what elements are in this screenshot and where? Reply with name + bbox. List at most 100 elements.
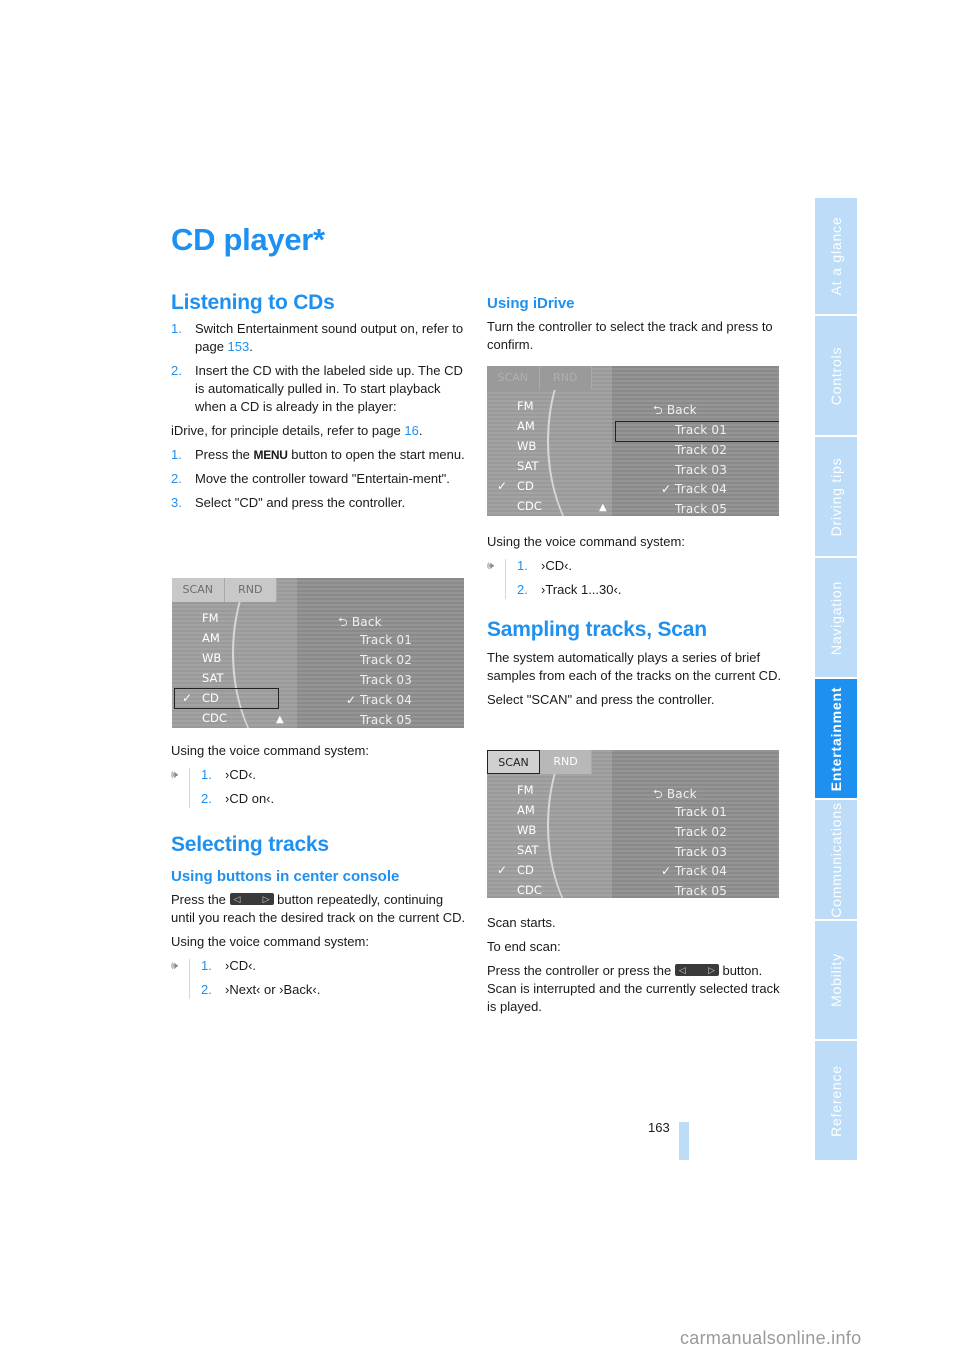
track-item-selected: Track 01 xyxy=(675,423,728,437)
idrive-screen-cd-selected: SCAN RND FM AM WB SAT ✓ CD CDC ▲ ⮌ Back … xyxy=(172,578,464,728)
list-item: 1. ›CD‹. xyxy=(201,958,257,973)
track-item: Track 05 xyxy=(675,502,728,516)
check-icon: ✓ xyxy=(661,864,672,878)
voice-intro: Using the voice command system: xyxy=(487,534,685,549)
voice-commands: 🕪 1. ›CD‹. 2. ›CD on‹. xyxy=(171,766,469,808)
page-number: 163 xyxy=(648,1120,670,1135)
section-heading-scan: Sampling tracks, Scan xyxy=(487,618,707,641)
end-scan-label: To end scan: xyxy=(487,939,561,954)
track-item: Track 03 xyxy=(360,673,413,687)
sidebar-tab-controls[interactable]: Controls xyxy=(815,316,857,435)
menu-button-icon: MENU xyxy=(253,448,288,462)
list-item: 3. Select "CD" and press the controller. xyxy=(171,495,406,510)
scan-tab: SCAN xyxy=(487,366,540,390)
page-link-16[interactable]: 16 xyxy=(404,423,418,438)
subheading-idrive: Using iDrive xyxy=(487,295,575,312)
list-item: 2. ›CD on‹. xyxy=(201,791,275,806)
voice-intro: Using the voice command system: xyxy=(171,934,369,949)
scan-description: The system automatically plays a series … xyxy=(487,650,782,683)
source-item: CDC xyxy=(517,499,542,513)
track-item: Track 05 xyxy=(360,713,413,727)
idrive-screen-track-select: SCAN RND FM AM WB SAT ✓ CD CDC ▲ ⮌ Back … xyxy=(487,366,779,516)
source-item: CD xyxy=(202,691,219,705)
source-item: FM xyxy=(202,611,219,625)
track-item-playing: Track 04 xyxy=(360,693,413,707)
track-item-playing: Track 04 xyxy=(675,482,728,496)
sidebar-tab-navigation[interactable]: Navigation xyxy=(815,558,857,677)
page-link-153[interactable]: 153 xyxy=(228,339,250,354)
track-item: Track 03 xyxy=(675,845,728,859)
arrow-icon: ▲ xyxy=(599,502,607,513)
back-item: ⮌ Back xyxy=(653,403,697,417)
idrive-steps: 1. Press the MENU button to open the star… xyxy=(171,446,469,512)
track-item: Track 05 xyxy=(675,884,728,898)
back-icon: ⮌ xyxy=(653,787,663,801)
list-item: 1. Switch Entertainment sound output on, … xyxy=(171,321,464,354)
track-item: Track 03 xyxy=(675,463,728,477)
screen-tabs: SCAN RND xyxy=(487,750,592,774)
voice-command-icon: 🕪 xyxy=(171,769,178,781)
listening-steps: 1. Switch Entertainment sound output on, … xyxy=(171,320,469,416)
track-item: Track 01 xyxy=(360,633,413,647)
source-item: SAT xyxy=(517,459,539,473)
source-item: FM xyxy=(517,783,534,797)
sidebar-tab-reference[interactable]: Reference xyxy=(815,1041,857,1160)
voice-command-icon: 🕪 xyxy=(171,960,178,972)
source-item: FM xyxy=(517,399,534,413)
sidebar-tab-mobility[interactable]: Mobility xyxy=(815,921,857,1039)
source-item: SAT xyxy=(517,843,539,857)
rnd-tab: RND xyxy=(539,366,592,390)
list-item: 1. ›CD‹. xyxy=(517,558,573,573)
page-number-bar xyxy=(679,1122,689,1160)
check-icon: ✓ xyxy=(661,482,672,496)
list-item: 2. Insert the CD with the labeled side up… xyxy=(171,363,463,414)
seek-button-icon xyxy=(229,890,274,908)
back-item: ⮌ Back xyxy=(653,787,697,801)
scan-instruction: Select "SCAN" and press the controller. xyxy=(487,692,715,707)
end-scan-text: Press the controller or press the button… xyxy=(487,961,785,1016)
track-item: Track 02 xyxy=(360,653,413,667)
track-item-playing: Track 04 xyxy=(675,864,728,878)
right-column-lower: Scan starts. To end scan: Press the cont… xyxy=(487,914,785,1022)
list-item: 2. ›Next‹ or ›Back‹. xyxy=(201,982,321,997)
right-column: Using iDrive Turn the controller to sele… xyxy=(487,295,785,360)
back-item: ⮌ Back xyxy=(338,615,382,629)
arrow-icon: ▲ xyxy=(276,714,284,725)
list-item: 1. Press the MENU button to open the star… xyxy=(171,447,465,462)
back-icon: ⮌ xyxy=(653,403,663,417)
source-item: CDC xyxy=(202,711,227,725)
check-icon: ✓ xyxy=(497,479,508,493)
sidebar-tab-communications[interactable]: Communications xyxy=(815,800,857,919)
source-item: CD xyxy=(517,863,534,877)
scan-tab: SCAN xyxy=(487,750,540,774)
voice-commands: 🕪 1. ›CD‹. 2. ›Track 1...30‹. xyxy=(487,557,785,599)
scan-tab: SCAN xyxy=(172,578,225,602)
left-column-lower: Using the voice command system: 🕪 1. ›CD‹… xyxy=(171,742,469,1005)
track-item: Track 02 xyxy=(675,825,728,839)
voice-intro: Using the voice command system: xyxy=(171,743,369,758)
screen-tabs: SCAN RND xyxy=(172,578,277,602)
page-title: CD player* xyxy=(171,222,325,257)
source-item: AM xyxy=(517,803,535,817)
list-item: 2. Move the controller toward "Entertain-… xyxy=(171,471,450,486)
buttons-text: Press the button repeatedly, continuing … xyxy=(171,890,469,927)
sidebar-tab-at-a-glance[interactable]: At a glance xyxy=(815,198,857,314)
source-item: SAT xyxy=(202,671,224,685)
idrive-intro: iDrive, for principle details, refer to … xyxy=(171,423,423,438)
source-item: CD xyxy=(517,479,534,493)
source-item: WB xyxy=(517,823,537,837)
list-item: 1. ›CD‹. xyxy=(201,767,257,782)
back-icon: ⮌ xyxy=(338,615,348,629)
sidebar-tab-driving-tips[interactable]: Driving tips xyxy=(815,437,857,556)
rnd-tab: RND xyxy=(540,750,592,774)
idrive-text: Turn the controller to select the track … xyxy=(487,319,773,352)
sidebar-tab-entertainment[interactable]: Entertainment xyxy=(815,679,857,798)
source-item: AM xyxy=(202,631,220,645)
list-item: 2. ›Track 1...30‹. xyxy=(517,582,622,597)
source-item: WB xyxy=(517,439,537,453)
subheading-buttons: Using buttons in center console xyxy=(171,868,400,885)
rnd-tab: RND xyxy=(224,578,277,602)
source-item: WB xyxy=(202,651,222,665)
watermark: carmanualsonline.info xyxy=(680,1328,862,1348)
section-heading-listening: Listening to CDs xyxy=(171,291,335,314)
